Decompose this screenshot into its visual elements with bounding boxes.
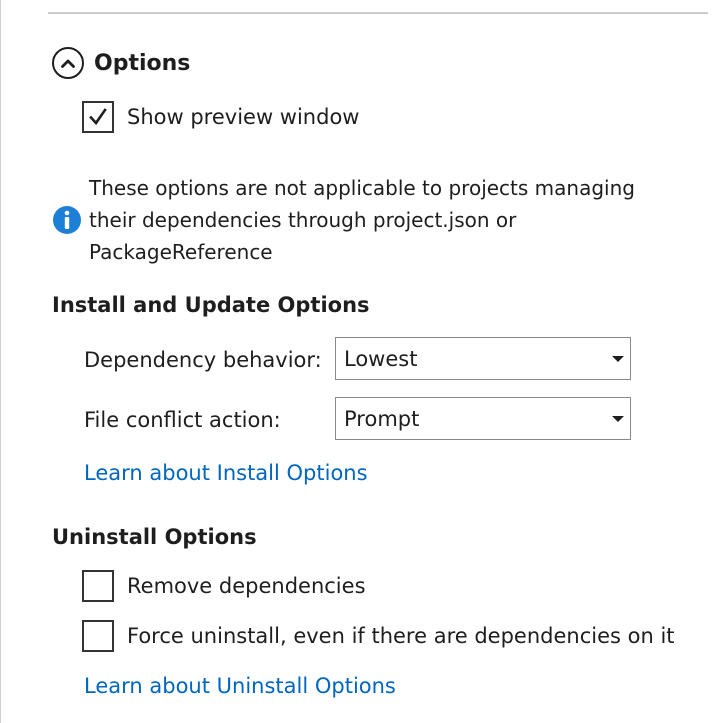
force-uninstall-checkbox-row[interactable]: Force uninstall, even if there are depen… xyxy=(82,620,675,652)
show-preview-checkbox[interactable] xyxy=(82,101,114,133)
chevron-up-icon xyxy=(61,59,75,68)
install-update-title: Install and Update Options xyxy=(52,293,370,317)
info-message: These options are not applicable to proj… xyxy=(52,172,692,268)
file-conflict-dropdown[interactable]: Prompt xyxy=(335,397,631,440)
force-uninstall-checkbox[interactable] xyxy=(82,620,114,652)
learn-uninstall-options-link[interactable]: Learn about Uninstall Options xyxy=(84,674,396,698)
uninstall-options-title: Uninstall Options xyxy=(52,525,257,549)
options-title: Options xyxy=(94,50,191,76)
triangle-down-icon xyxy=(612,355,624,362)
force-uninstall-label: Force uninstall, even if there are depen… xyxy=(127,624,675,648)
dependency-behavior-dropdown[interactable]: Lowest xyxy=(335,337,631,380)
remove-dependencies-label: Remove dependencies xyxy=(127,574,366,598)
learn-install-options-link[interactable]: Learn about Install Options xyxy=(84,461,368,485)
remove-dependencies-checkbox[interactable] xyxy=(82,570,114,602)
info-icon xyxy=(53,206,81,234)
options-section-header[interactable]: Options xyxy=(52,45,190,81)
checkmark-icon xyxy=(89,108,107,126)
remove-dependencies-checkbox-row[interactable]: Remove dependencies xyxy=(82,570,366,602)
section-divider xyxy=(48,12,708,14)
file-conflict-value: Prompt xyxy=(344,406,420,431)
triangle-down-icon xyxy=(612,415,624,422)
panel-left-border xyxy=(0,0,1,723)
show-preview-checkbox-row[interactable]: Show preview window xyxy=(82,101,359,133)
collapse-options-button[interactable] xyxy=(52,47,84,79)
show-preview-label: Show preview window xyxy=(127,105,360,129)
info-message-text: These options are not applicable to proj… xyxy=(89,176,635,264)
dependency-behavior-label: Dependency behavior: xyxy=(84,348,322,372)
dependency-behavior-value: Lowest xyxy=(344,346,418,371)
file-conflict-label: File conflict action: xyxy=(84,408,281,432)
